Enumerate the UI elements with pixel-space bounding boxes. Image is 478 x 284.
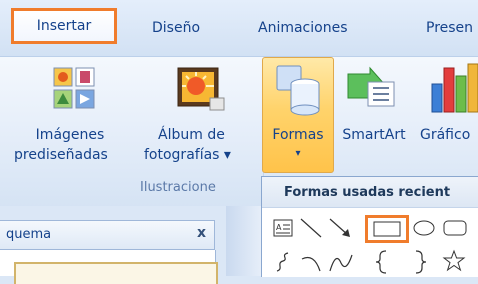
line-shape-icon[interactable]	[299, 217, 323, 239]
recent-shapes-header: Formas usadas recient	[262, 177, 478, 208]
star-shape-icon[interactable]	[442, 249, 466, 273]
chevron-down-icon: ▾	[295, 148, 301, 159]
left-brace-shape-icon[interactable]	[372, 249, 390, 275]
outline-pane: quema x	[0, 206, 226, 284]
ribbon-tab-strip: Insertar Diseño Animaciones Presen	[0, 0, 478, 56]
recent-shapes-title: Formas usadas recient	[284, 185, 451, 200]
shapes-label: Formas	[272, 127, 324, 143]
slide-thumbnail-area	[0, 250, 218, 284]
arrow-shape-icon[interactable]	[328, 217, 352, 239]
tab-presentacion-label: Presen	[426, 20, 474, 36]
tab-animaciones[interactable]: Animaciones	[258, 20, 348, 36]
freeform-shape-icon[interactable]	[274, 251, 292, 273]
tab-insertar[interactable]: Insertar	[11, 8, 117, 44]
photo-album-icon	[177, 67, 225, 111]
tab-presentacion[interactable]: Presen	[426, 20, 473, 36]
photo-album-label-2: fotografías ▾	[144, 147, 231, 163]
outline-tab[interactable]: quema x	[0, 220, 215, 250]
text-box-shape-icon[interactable]: A	[273, 219, 293, 237]
photo-album-label-1: Álbum de	[158, 127, 225, 143]
smartart-label: SmartArt	[342, 127, 406, 143]
close-icon[interactable]: x	[197, 225, 206, 241]
smartart-icon	[347, 66, 395, 107]
clip-art-label-2: prediseñadas	[14, 147, 108, 163]
shapes-button[interactable]: Formas ▾	[262, 57, 334, 173]
illustrations-group-label: Ilustracione	[140, 180, 216, 195]
pane-splitter[interactable]	[226, 206, 261, 276]
tab-diseno-label: Diseño	[152, 20, 201, 36]
tab-animaciones-label: Animaciones	[258, 20, 348, 36]
rectangle-shape-highlight[interactable]	[365, 215, 409, 243]
shapes-icon	[276, 65, 320, 116]
rectangle-shape-icon	[373, 221, 401, 237]
chart-icon	[431, 63, 478, 113]
clip-art-label-1: Imágenes	[35, 127, 105, 143]
right-brace-shape-icon[interactable]	[412, 249, 430, 275]
outline-tab-label: quema	[6, 227, 52, 242]
oval-shape-icon[interactable]	[412, 219, 436, 237]
clip-art-icon	[53, 67, 95, 109]
chart-label: Gráfico	[420, 127, 471, 143]
rounded-rectangle-shape-icon[interactable]	[442, 219, 468, 237]
slide-thumbnail[interactable]	[14, 262, 218, 284]
shapes-dropdown: Formas usadas recient A	[261, 176, 478, 277]
curve-shape-icon[interactable]	[328, 251, 354, 273]
arc-shape-icon[interactable]	[300, 251, 324, 273]
svg-text:A: A	[276, 223, 282, 232]
tab-diseno[interactable]: Diseño	[152, 20, 200, 36]
tab-insertar-label: Insertar	[36, 18, 92, 34]
